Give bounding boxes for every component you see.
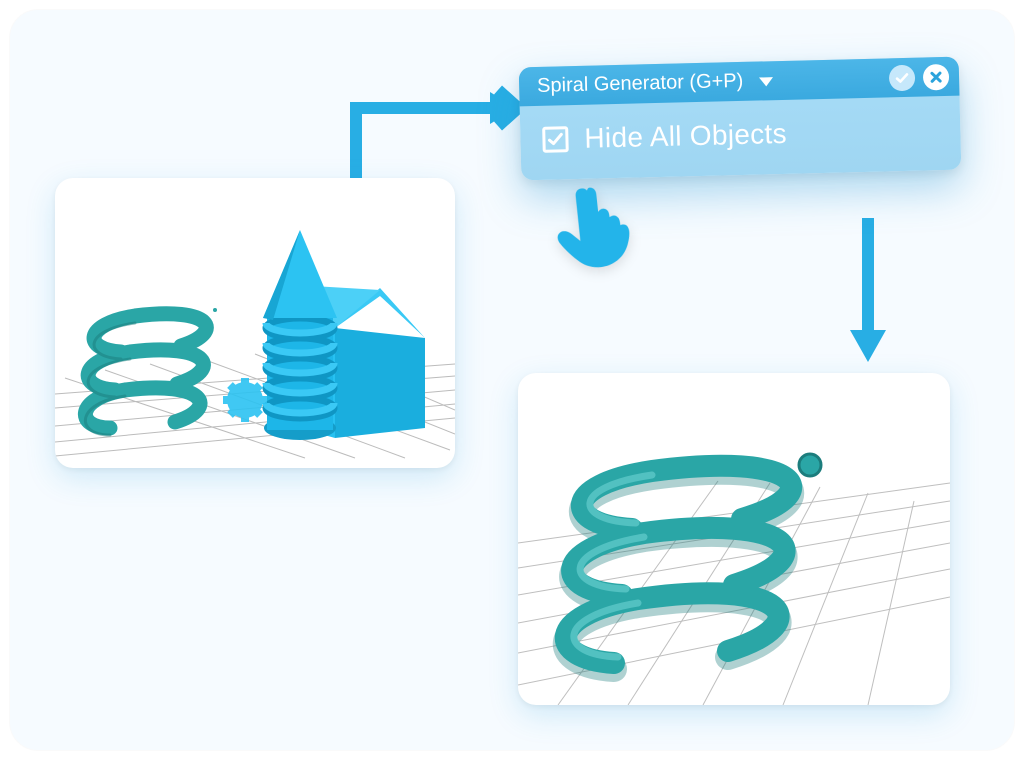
hide-all-objects-checkbox[interactable] xyxy=(542,126,569,153)
screw-shape-icon xyxy=(263,230,337,440)
hide-all-objects-label: Hide All Objects xyxy=(584,118,787,155)
pointing-hand-icon xyxy=(546,176,645,275)
arrow-to-dialog xyxy=(340,88,540,188)
gear-shape-icon xyxy=(223,378,267,422)
chevron-down-icon xyxy=(759,77,773,86)
arrow-to-result xyxy=(838,218,898,368)
dialog-body: Hide All Objects xyxy=(520,96,962,181)
scene-after-tile xyxy=(518,373,950,705)
dialog-title: Spiral Generator (G+P) xyxy=(537,70,744,98)
scene-before-tile xyxy=(55,178,455,468)
confirm-button[interactable] xyxy=(889,64,916,91)
spiral-generator-dialog: Spiral Generator (G+P) Hide All Objects xyxy=(519,57,962,181)
diagram-canvas: Spiral Generator (G+P) Hide All Objects xyxy=(10,10,1014,750)
close-button[interactable] xyxy=(923,63,950,90)
spiral-shape-icon xyxy=(85,308,217,428)
